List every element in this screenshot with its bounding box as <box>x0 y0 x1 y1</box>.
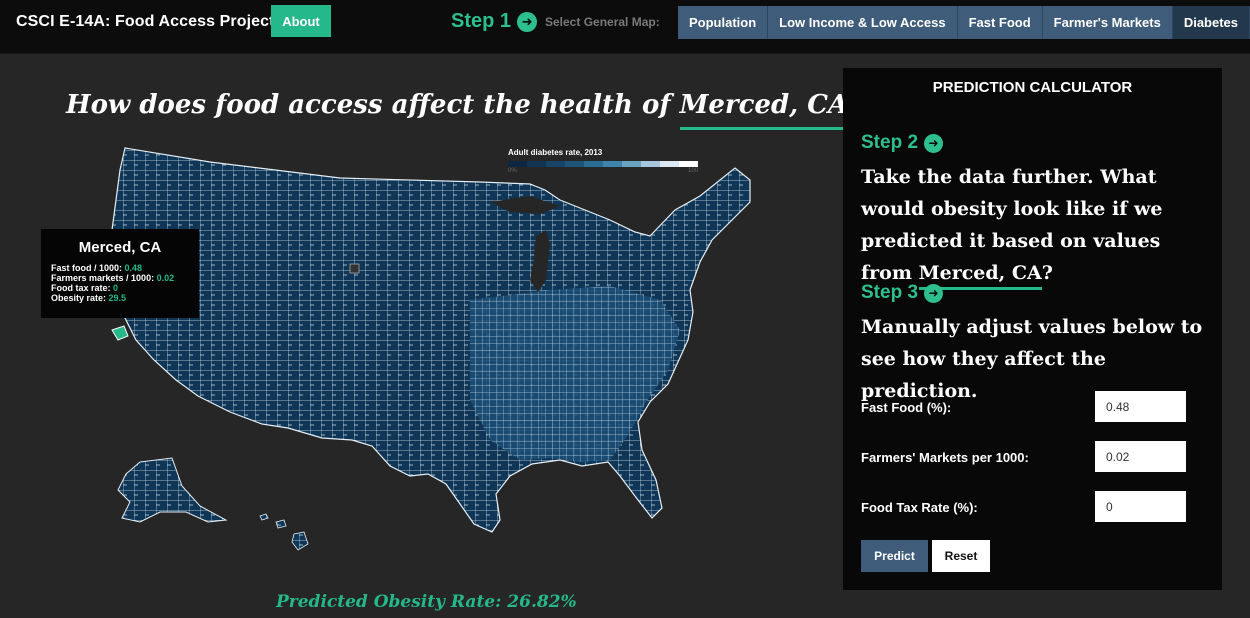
predict-button[interactable]: Predict <box>861 540 928 572</box>
legend-swatch <box>508 161 527 167</box>
no-data-county <box>349 263 360 274</box>
legend-swatch <box>527 161 546 167</box>
tab-farmers-markets[interactable]: Farmer's Markets <box>1042 6 1173 39</box>
prediction-calculator-panel: PREDICTION CALCULATOR Step 2 ➜ Take the … <box>843 68 1222 590</box>
step3-heading: Step 3 ➜ <box>861 282 944 304</box>
step2-place: Merced, CA <box>918 262 1042 284</box>
panel-title: PREDICTION CALCULATOR <box>932 79 1133 96</box>
map-legend: Adult diabetes rate, 2013 0% 100 <box>508 148 698 174</box>
legend-swatch <box>679 161 698 167</box>
tab-diabetes[interactable]: Diabetes <box>1172 6 1250 39</box>
legend-title: Adult diabetes rate, 2013 <box>508 148 603 157</box>
fast-food-label: Fast Food (%): <box>861 400 952 415</box>
legend-swatch <box>622 161 641 167</box>
tooltip-row-food-tax: Food tax rate: 0 <box>51 283 119 293</box>
legend-ticks: 0% 100 <box>508 168 698 174</box>
arrow-right-circle-icon: ➜ <box>517 11 538 32</box>
page-headline: How does food access affect the health o… <box>66 90 863 120</box>
legend-max-label: 100 <box>687 168 698 174</box>
select-map-label: Select General Map: <box>545 15 660 29</box>
step1-label: Step 1 <box>451 10 512 32</box>
legend-swatch <box>603 161 622 167</box>
merced-county-highlight[interactable] <box>111 325 129 341</box>
tab-low-income-low-access[interactable]: Low Income & Low Access <box>768 6 958 39</box>
tooltip-title: Merced, CA <box>78 239 162 256</box>
food-tax-rate-input[interactable] <box>1095 491 1186 522</box>
county-tooltip: Merced, CA Fast food / 1000: 0.48 Farmer… <box>41 229 199 318</box>
legend-swatch <box>660 161 679 167</box>
fast-food-input[interactable] <box>1095 391 1186 422</box>
alaska-shape <box>117 457 228 523</box>
headline-place: Merced, CA <box>679 90 849 120</box>
tooltip-row-farmers-markets: Farmers markets / 1000: 0.02 <box>51 273 175 283</box>
tab-fast-food[interactable]: Fast Food <box>957 6 1043 39</box>
step2-label: Step 2 <box>861 132 919 153</box>
tooltip-row-fast-food: Fast food / 1000: 0.48 <box>51 263 143 273</box>
map-tabs: Population Low Income & Low Access Fast … <box>678 6 1250 39</box>
legend-swatch <box>546 161 565 167</box>
step2-heading: Step 2 ➜ <box>861 132 944 154</box>
farmers-markets-label: Farmers' Markets per 1000: <box>861 450 1029 465</box>
tab-population[interactable]: Population <box>678 6 769 39</box>
reset-button[interactable]: Reset <box>932 540 990 572</box>
predicted-obesity-rate: Predicted Obesity Rate: 26.82% <box>276 592 577 612</box>
step2-text: Take the data further. What would obesit… <box>861 166 1163 284</box>
legend-min-label: 0% <box>508 168 517 174</box>
legend-swatch <box>641 161 660 167</box>
us-county-choropleth-map[interactable] <box>90 140 790 580</box>
hawaii-shape <box>259 513 309 551</box>
eastern-counties <box>470 286 680 462</box>
tooltip-row-obesity: Obesity rate: 29.5 <box>51 293 127 303</box>
farmers-markets-input[interactable] <box>1095 441 1186 472</box>
step1-heading: Step 1 ➜ <box>451 10 538 33</box>
about-button[interactable]: About <box>271 5 331 37</box>
legend-swatch <box>565 161 584 167</box>
top-navbar: CSCI E-14A: Food Access Project About St… <box>0 0 1250 54</box>
food-tax-rate-label: Food Tax Rate (%): <box>861 500 978 515</box>
step3-label: Step 3 <box>861 282 919 303</box>
legend-swatch <box>584 161 603 167</box>
arrow-right-circle-icon: ➜ <box>924 283 944 303</box>
brand-title[interactable]: CSCI E-14A: Food Access Project <box>16 13 275 31</box>
arrow-right-circle-icon: ➜ <box>924 133 944 153</box>
headline-prefix: How does food access affect the health o… <box>66 90 680 120</box>
legend-color-scale <box>508 161 698 167</box>
